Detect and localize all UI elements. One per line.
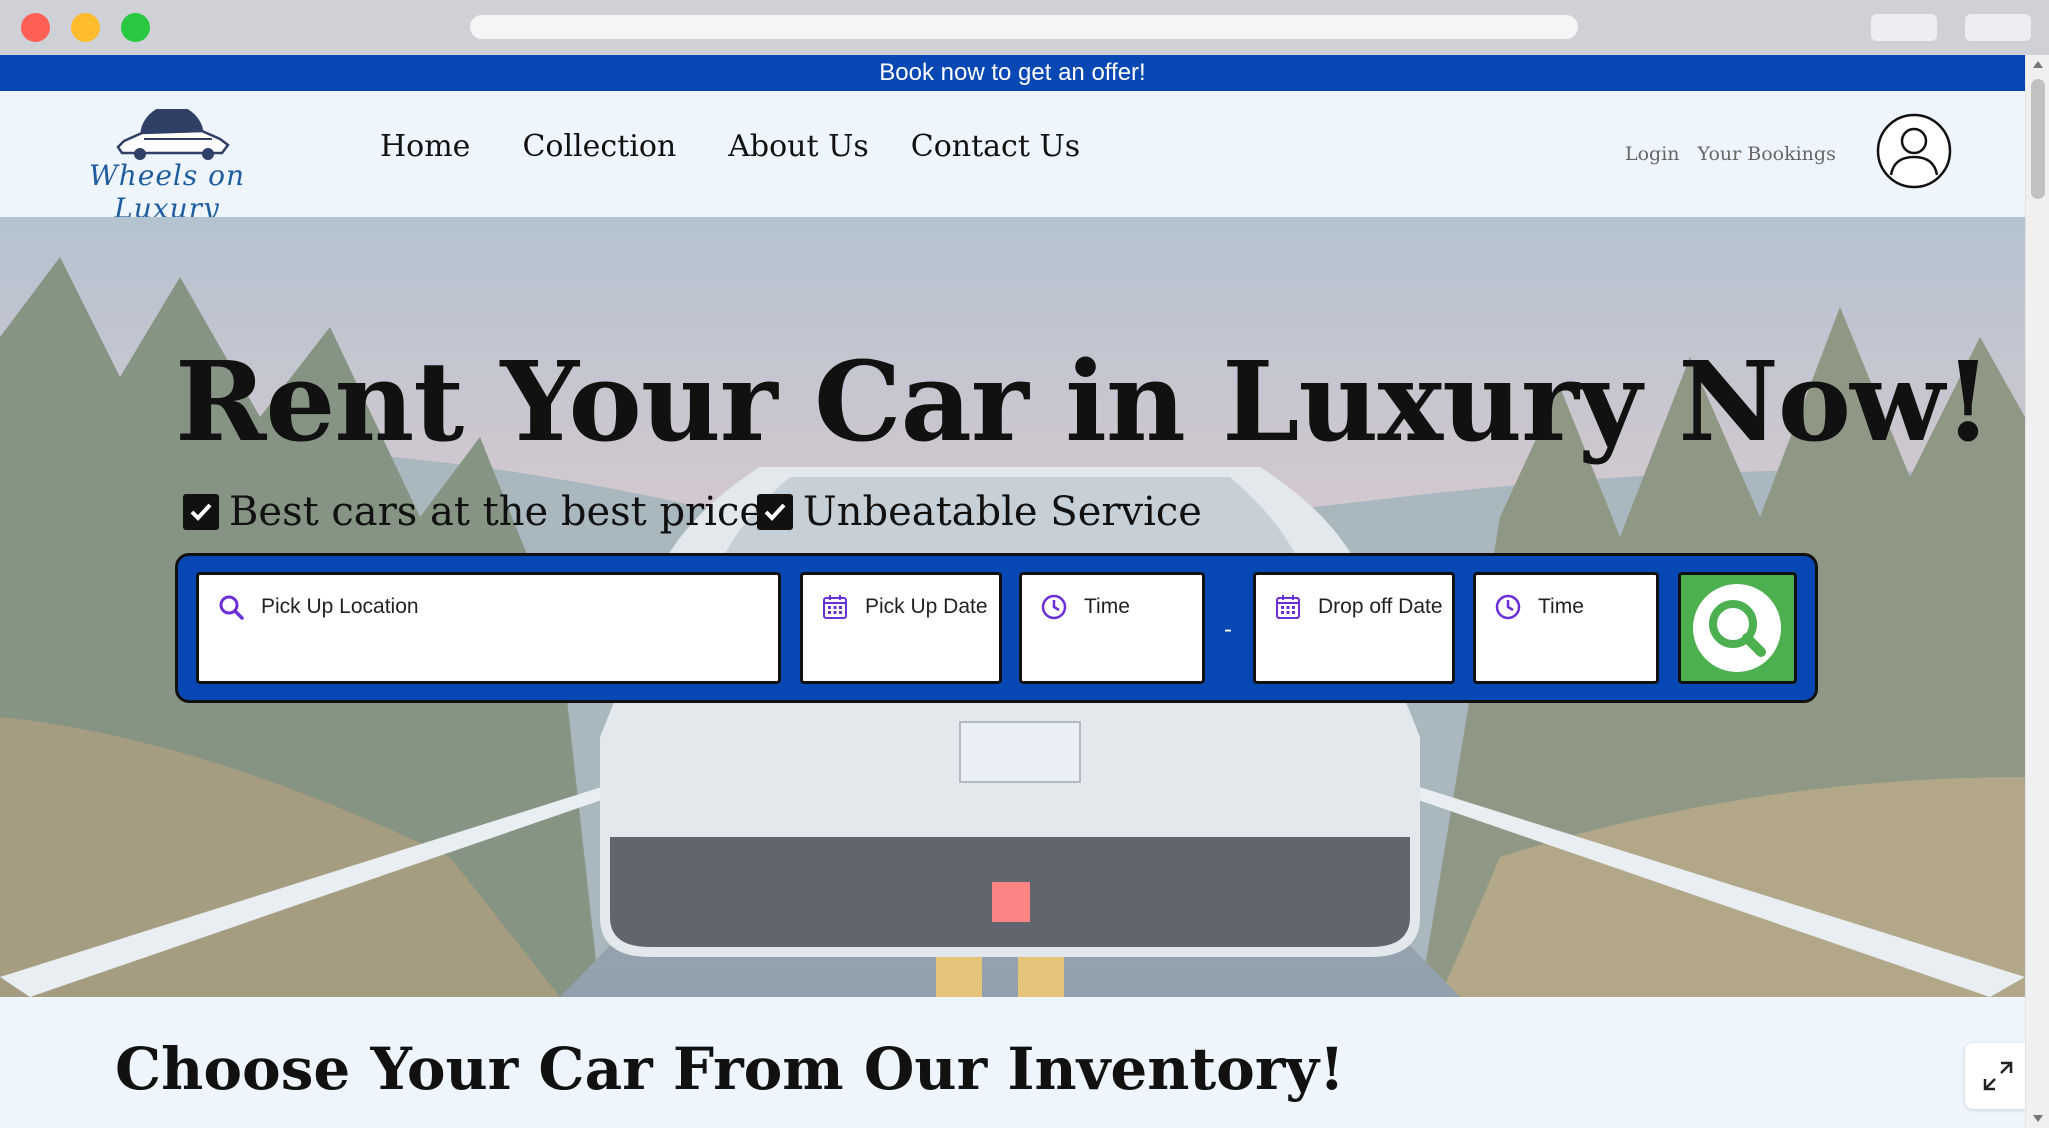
feature-label: Unbeatable Service (803, 489, 1202, 535)
clock-icon (1495, 594, 1521, 620)
nav-collection[interactable]: Collection (522, 129, 676, 164)
checkbox-icon (183, 494, 219, 530)
hero-section: Rent Your Car in Luxury Now! Best cars a… (0, 217, 2025, 997)
account-links: Login Your Bookings (1625, 143, 1836, 165)
checkbox-icon (757, 494, 793, 530)
clock-icon (1041, 594, 1067, 620)
brand-logo[interactable]: Wheels on Luxury (72, 105, 262, 225)
scroll-down-arrow[interactable] (2033, 1115, 2043, 1122)
search-icon (219, 595, 244, 620)
calendar-icon (1276, 595, 1300, 619)
calendar-icon (823, 595, 847, 619)
pickup-time-field[interactable]: Time (1019, 572, 1205, 684)
close-window-button[interactable] (21, 13, 50, 42)
maximize-window-button[interactable] (121, 13, 150, 42)
your-bookings-link[interactable]: Your Bookings (1698, 143, 1836, 165)
browser-toolbar-button[interactable] (1871, 14, 1937, 41)
promo-banner[interactable]: Book now to get an offer! (0, 55, 2025, 91)
pickup-date-field[interactable]: Pick Up Date (800, 572, 1002, 684)
search-button[interactable] (1678, 572, 1797, 684)
booking-search-bar: Pick Up Location Pick Up Date Time - Dro… (175, 553, 1818, 703)
scroll-up-arrow[interactable] (2033, 61, 2043, 68)
feature-best-price: Best cars at the best price (183, 489, 763, 535)
nav-about-us[interactable]: About Us (728, 129, 869, 164)
navbar: Wheels on Luxury Home Collection About U… (0, 91, 2025, 225)
user-avatar-icon[interactable] (1876, 113, 1952, 189)
page-viewport: Book now to get an offer! Wheels on Luxu… (0, 55, 2049, 1128)
browser-chrome (0, 0, 2049, 55)
pickup-location-field[interactable]: Pick Up Location (196, 572, 781, 684)
browser-toolbar-button[interactable] (1965, 14, 2031, 41)
page-scrollbar[interactable] (2025, 55, 2049, 1128)
dropoff-time-placeholder: Time (1538, 595, 1584, 618)
dropoff-date-field[interactable]: Drop off Date (1253, 572, 1455, 684)
pickup-time-placeholder: Time (1084, 595, 1130, 618)
pickup-location-placeholder: Pick Up Location (261, 595, 419, 618)
expand-icon (1983, 1061, 2013, 1091)
dropoff-date-placeholder: Drop off Date (1318, 595, 1443, 618)
date-separator: - (1224, 616, 1232, 643)
inventory-heading: Choose Your Car From Our Inventory! (115, 1035, 1345, 1103)
scroll-thumb[interactable] (2031, 79, 2045, 199)
dropoff-time-field[interactable]: Time (1473, 572, 1659, 684)
expand-button[interactable] (1965, 1043, 2031, 1109)
main-nav: Home Collection About Us Contact Us (380, 129, 1132, 164)
pickup-date-placeholder: Pick Up Date (865, 595, 988, 618)
search-icon (1693, 584, 1781, 672)
login-link[interactable]: Login (1625, 143, 1680, 165)
address-bar[interactable] (470, 15, 1578, 39)
nav-contact-us[interactable]: Contact Us (911, 129, 1080, 164)
nav-home[interactable]: Home (380, 129, 470, 164)
minimize-window-button[interactable] (71, 13, 100, 42)
feature-service: Unbeatable Service (757, 489, 1202, 535)
hero-title: Rent Your Car in Luxury Now! (175, 337, 1992, 466)
feature-label: Best cars at the best price (229, 489, 764, 535)
logo-text: Wheels on Luxury (88, 159, 246, 225)
